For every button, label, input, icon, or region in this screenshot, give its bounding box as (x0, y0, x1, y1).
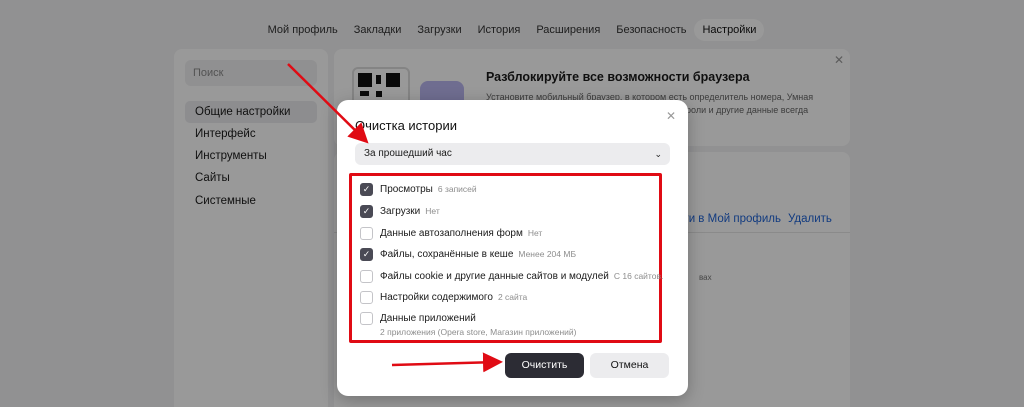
arrow-to-clear-button (391, 352, 503, 373)
annotation-arrows (287, 63, 503, 373)
arrow-to-period-select (287, 63, 369, 144)
